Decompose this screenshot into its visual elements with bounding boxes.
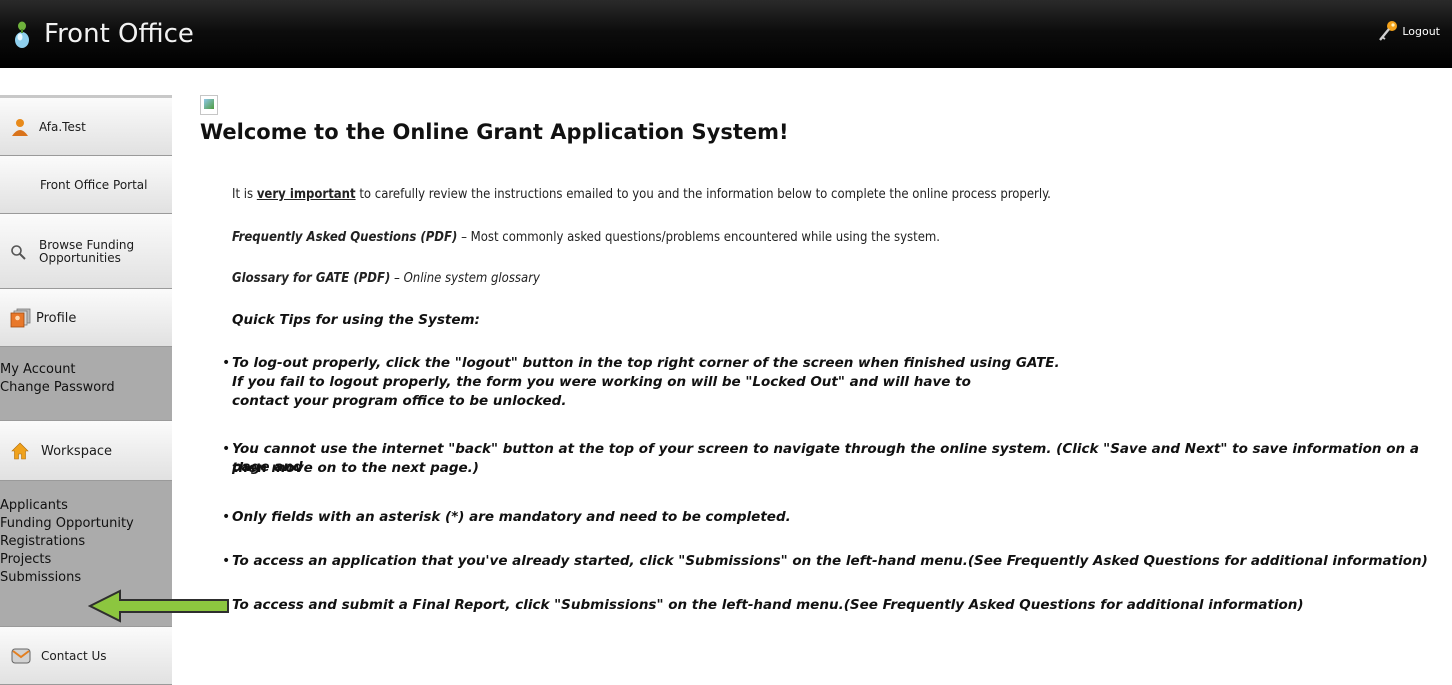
bullet: • xyxy=(222,441,231,457)
sidebar-item-contact-us[interactable]: Contact Us xyxy=(0,627,172,685)
brand: Front Office xyxy=(14,16,194,52)
faq-link[interactable]: Frequently Asked Questions (PDF) xyxy=(232,230,457,245)
tip-logout-line2: If you fail to logout properly, the form… xyxy=(232,374,971,390)
glossary-line: Glossary for GATE (PDF) – Online system … xyxy=(232,271,540,286)
profile-submenu: My Account Change Password xyxy=(0,347,172,421)
tip-asterisk: Only fields with an asterisk (*) are man… xyxy=(232,509,791,525)
bullet: • xyxy=(222,355,231,371)
faq-line: Frequently Asked Questions (PDF) – Most … xyxy=(232,230,940,245)
tip-logout-line3: contact your program office to be unlock… xyxy=(232,393,567,409)
sidebar-item-label[interactable]: Front Office Portal xyxy=(40,178,147,192)
envelope-icon xyxy=(11,648,31,664)
sidebar-item-label[interactable]: Profile xyxy=(36,311,76,326)
intro-text: It is xyxy=(232,187,257,202)
funding-opportunity-registrations-link[interactable]: Funding Opportunity Registrations xyxy=(0,515,140,551)
tip-access-application: To access an application that you've alr… xyxy=(232,553,1428,569)
sidebar-item-profile[interactable]: Profile xyxy=(0,289,172,347)
sidebar-item-workspace[interactable]: Workspace xyxy=(0,421,172,481)
tip-back-button-line2: then move on to the next page.) xyxy=(232,460,479,476)
green-arrow-annotation xyxy=(88,589,229,623)
tip-final-report: To access and submit a Final Report, cli… xyxy=(232,597,1304,613)
change-password-link[interactable]: Change Password xyxy=(0,379,172,397)
my-account-link[interactable]: My Account xyxy=(0,361,172,379)
intro-paragraph: It is very important to carefully review… xyxy=(232,187,1051,202)
intro-text: to carefully review the instructions ema… xyxy=(355,187,1051,202)
search-icon xyxy=(11,244,26,260)
home-icon xyxy=(11,442,29,460)
profile-icon xyxy=(10,308,31,328)
sidebar-user-name[interactable]: Afa.Test xyxy=(39,120,86,134)
glossary-description: – Online system glossary xyxy=(390,271,540,286)
faq-description: – Most commonly asked questions/problems… xyxy=(457,230,941,245)
submissions-link[interactable]: Submissions xyxy=(0,569,172,587)
sidebar-item-browse-funding[interactable]: Browse Funding Opportunities xyxy=(0,214,172,289)
sidebar-user[interactable]: Afa.Test xyxy=(0,95,172,156)
sidebar-item-front-office-portal[interactable]: Front Office Portal xyxy=(0,156,172,214)
user-icon xyxy=(12,119,28,136)
sidebar-item-label[interactable]: Workspace xyxy=(41,444,112,459)
applicants-link[interactable]: Applicants xyxy=(0,497,172,515)
tip-logout-line1: To log-out properly, click the "logout" … xyxy=(232,355,1060,371)
sidebar-item-label[interactable]: Browse Funding Opportunities xyxy=(39,238,139,265)
content-text: It is very important to carefully review… xyxy=(200,0,1452,684)
sidebar-item-label[interactable]: Contact Us xyxy=(41,649,107,663)
bullet: • xyxy=(222,509,231,525)
quick-tips-heading: Quick Tips for using the System: xyxy=(232,312,480,328)
projects-link[interactable]: Projects xyxy=(0,551,172,569)
glossary-link[interactable]: Glossary for GATE (PDF) xyxy=(232,271,390,286)
front-office-logo-icon xyxy=(15,21,29,48)
intro-emphasis: very important xyxy=(256,187,356,202)
app-title: Front Office xyxy=(44,19,194,49)
bullet: • xyxy=(222,553,231,569)
